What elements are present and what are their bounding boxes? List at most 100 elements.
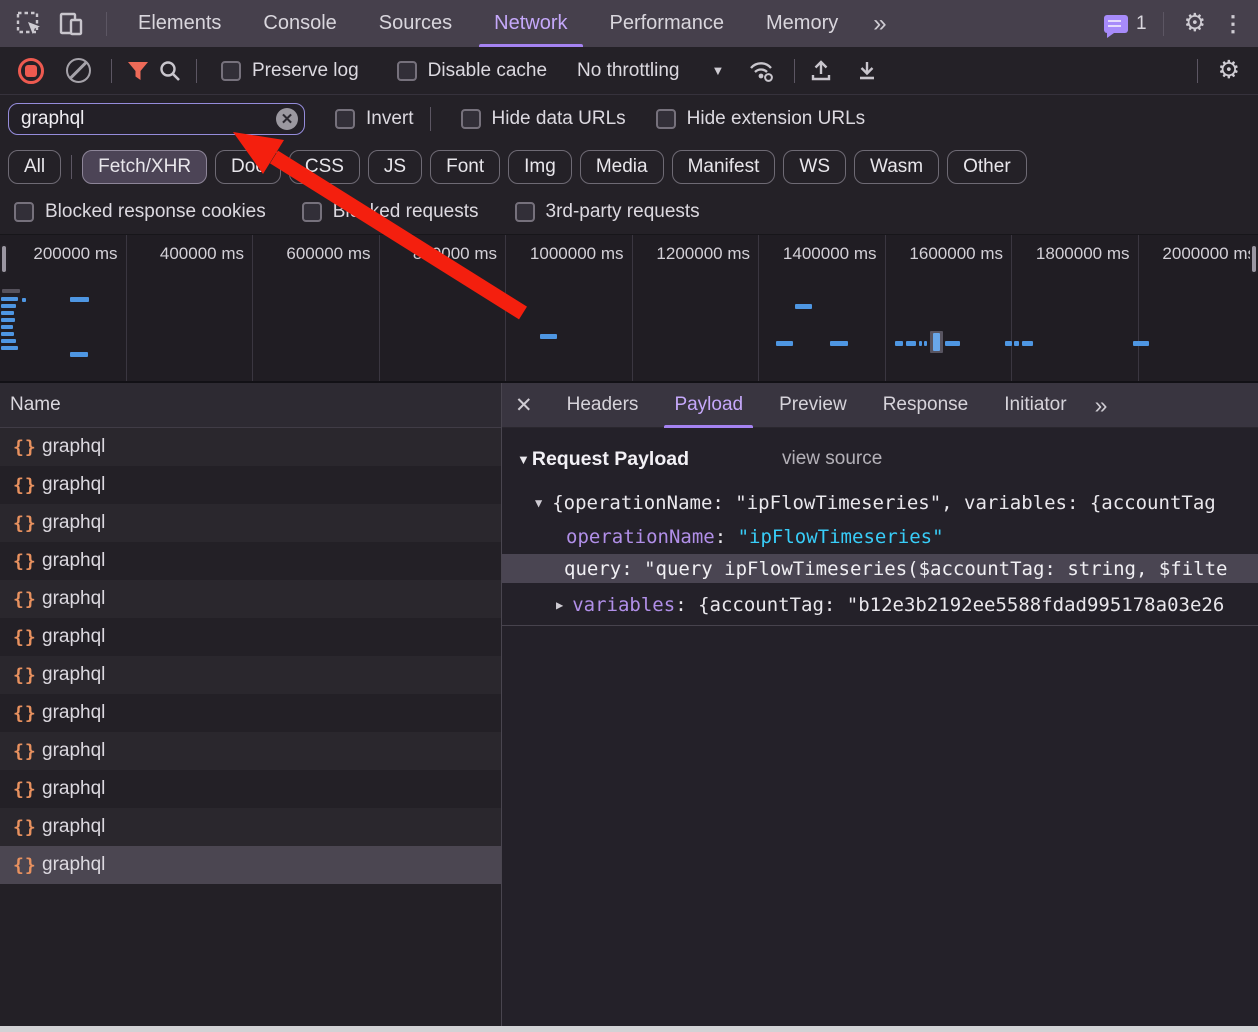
tab-performance[interactable]: Performance <box>589 0 746 47</box>
filter-input[interactable] <box>8 103 305 135</box>
preserve-log-checkbox[interactable] <box>221 61 241 81</box>
network-overview-timeline[interactable]: 200000 ms400000 ms600000 ms800000 ms1000… <box>0 234 1258 381</box>
request-name: graphql <box>42 436 105 458</box>
clear-network-log-button[interactable] <box>66 58 91 83</box>
collapse-triangle-icon[interactable]: ▼ <box>517 452 530 467</box>
tab-console[interactable]: Console <box>242 0 357 47</box>
export-har-icon[interactable] <box>851 55 883 87</box>
payload-root-row[interactable]: ▼ {operationName: "ipFlowTimeseries", va… <box>502 486 1258 520</box>
request-row[interactable]: {}graphql <box>0 732 501 770</box>
network-filter-row: ✕ Invert Hide data URLs Hide extension U… <box>0 95 1258 143</box>
network-settings-gear-icon[interactable]: ⚙ <box>1208 58 1250 83</box>
invert-label: Invert <box>366 108 414 130</box>
tab-sources[interactable]: Sources <box>358 0 473 47</box>
blocked-requests-checkbox[interactable] <box>302 202 322 222</box>
tab-memory[interactable]: Memory <box>745 0 859 47</box>
tab-payload[interactable]: Payload <box>656 383 761 428</box>
search-icon[interactable] <box>154 55 186 87</box>
request-row[interactable]: {}graphql <box>0 770 501 808</box>
customize-menu-icon[interactable]: ⋮ <box>1216 11 1258 37</box>
view-source-link[interactable]: view source <box>782 448 882 470</box>
payload-key: variables <box>572 594 675 616</box>
request-row[interactable]: {}graphql <box>0 542 501 580</box>
chip-all[interactable]: All <box>8 150 61 184</box>
timeline-bar <box>1133 341 1149 346</box>
collapsed-triangle-icon[interactable]: ▶ <box>556 598 563 612</box>
payload-operation-row[interactable]: operationName: "ipFlowTimeseries" <box>502 520 1258 554</box>
request-type-chips: All Fetch/XHR Doc CSS JS Font Img Media … <box>0 143 1258 190</box>
divider <box>111 59 112 83</box>
throttling-dropdown[interactable]: No throttling ▼ <box>577 60 724 82</box>
hide-data-urls-control: Hide data URLs <box>461 108 626 130</box>
payload-panel: ▼ Request Payload view source ▼ {operati… <box>502 428 1258 1027</box>
expanded-triangle-icon[interactable]: ▼ <box>535 496 542 510</box>
inspect-element-icon[interactable] <box>12 7 46 41</box>
name-column-header[interactable]: Name <box>0 383 501 428</box>
tab-network[interactable]: Network <box>473 0 588 47</box>
overview-left-handle[interactable] <box>0 244 8 274</box>
chip-font[interactable]: Font <box>430 150 500 184</box>
overview-right-handle[interactable] <box>1250 244 1258 274</box>
disable-cache-checkbox[interactable] <box>397 61 417 81</box>
more-detail-tabs-icon[interactable]: » <box>1085 392 1116 419</box>
filter-funnel-icon[interactable] <box>122 55 154 87</box>
request-row[interactable]: {}graphql <box>0 618 501 656</box>
timeline-bar <box>1005 341 1012 346</box>
import-har-icon[interactable] <box>805 55 837 87</box>
blocked-options-row: Blocked response cookies Blocked request… <box>0 190 1258 234</box>
timeline-bar <box>1 311 14 315</box>
timeline-bar <box>1 346 18 350</box>
json-braces-icon: {} <box>13 665 37 686</box>
payload-preview-text: {operationName: "ipFlowTimeseries", vari… <box>552 492 1215 514</box>
timeline-bar <box>906 341 916 346</box>
network-main-split: Name {}graphql{}graphql{}graphql{}graphq… <box>0 381 1258 1027</box>
request-row[interactable]: {}graphql <box>0 428 501 466</box>
tab-response[interactable]: Response <box>865 383 987 428</box>
request-row[interactable]: {}graphql <box>0 580 501 618</box>
chip-fetch-xhr[interactable]: Fetch/XHR <box>82 150 207 184</box>
timeline-bar <box>776 341 793 346</box>
third-party-checkbox[interactable] <box>515 202 535 222</box>
chip-other[interactable]: Other <box>947 150 1027 184</box>
toggle-device-toolbar-icon[interactable] <box>54 7 88 41</box>
payload-query-row-selected[interactable]: query: "query ipFlowTimeseries($accountT… <box>502 554 1258 583</box>
payload-separator: : <box>715 526 738 548</box>
chip-js[interactable]: JS <box>368 150 422 184</box>
chip-wasm[interactable]: Wasm <box>854 150 939 184</box>
request-row[interactable]: {}graphql <box>0 846 501 884</box>
json-braces-icon: {} <box>13 627 37 648</box>
chip-ws[interactable]: WS <box>783 150 846 184</box>
chip-img[interactable]: Img <box>508 150 572 184</box>
chip-media[interactable]: Media <box>580 150 664 184</box>
tab-elements[interactable]: Elements <box>117 0 242 47</box>
clear-filter-icon[interactable]: ✕ <box>276 108 298 130</box>
chip-doc[interactable]: Doc <box>215 150 281 184</box>
timeline-bar <box>924 341 927 346</box>
tab-initiator[interactable]: Initiator <box>986 383 1084 428</box>
network-conditions-icon[interactable] <box>746 55 778 87</box>
divider <box>430 107 431 131</box>
request-name: graphql <box>42 664 105 686</box>
request-row[interactable]: {}graphql <box>0 694 501 732</box>
blocked-cookies-checkbox[interactable] <box>14 202 34 222</box>
window-bottom-edge <box>0 1026 1258 1032</box>
request-row[interactable]: {}graphql <box>0 808 501 846</box>
request-name: graphql <box>42 778 105 800</box>
request-row[interactable]: {}graphql <box>0 466 501 504</box>
settings-gear-icon[interactable]: ⚙ <box>1174 11 1216 36</box>
record-network-log-button[interactable] <box>18 58 44 84</box>
json-braces-icon: {} <box>13 855 37 876</box>
hide-extension-urls-checkbox[interactable] <box>656 109 676 129</box>
more-tabs-icon[interactable]: » <box>859 10 898 38</box>
request-row[interactable]: {}graphql <box>0 656 501 694</box>
tab-preview[interactable]: Preview <box>761 383 865 428</box>
payload-variables-row[interactable]: ▶ variables: {accountTag: "b12e3b2192ee5… <box>502 588 1258 622</box>
invert-checkbox[interactable] <box>335 109 355 129</box>
hide-data-urls-checkbox[interactable] <box>461 109 481 129</box>
tab-headers[interactable]: Headers <box>549 383 657 428</box>
chip-manifest[interactable]: Manifest <box>672 150 776 184</box>
chip-css[interactable]: CSS <box>289 150 360 184</box>
close-icon[interactable]: ✕ <box>502 393 549 418</box>
request-row[interactable]: {}graphql <box>0 504 501 542</box>
issues-button[interactable]: 1 <box>1104 13 1147 35</box>
